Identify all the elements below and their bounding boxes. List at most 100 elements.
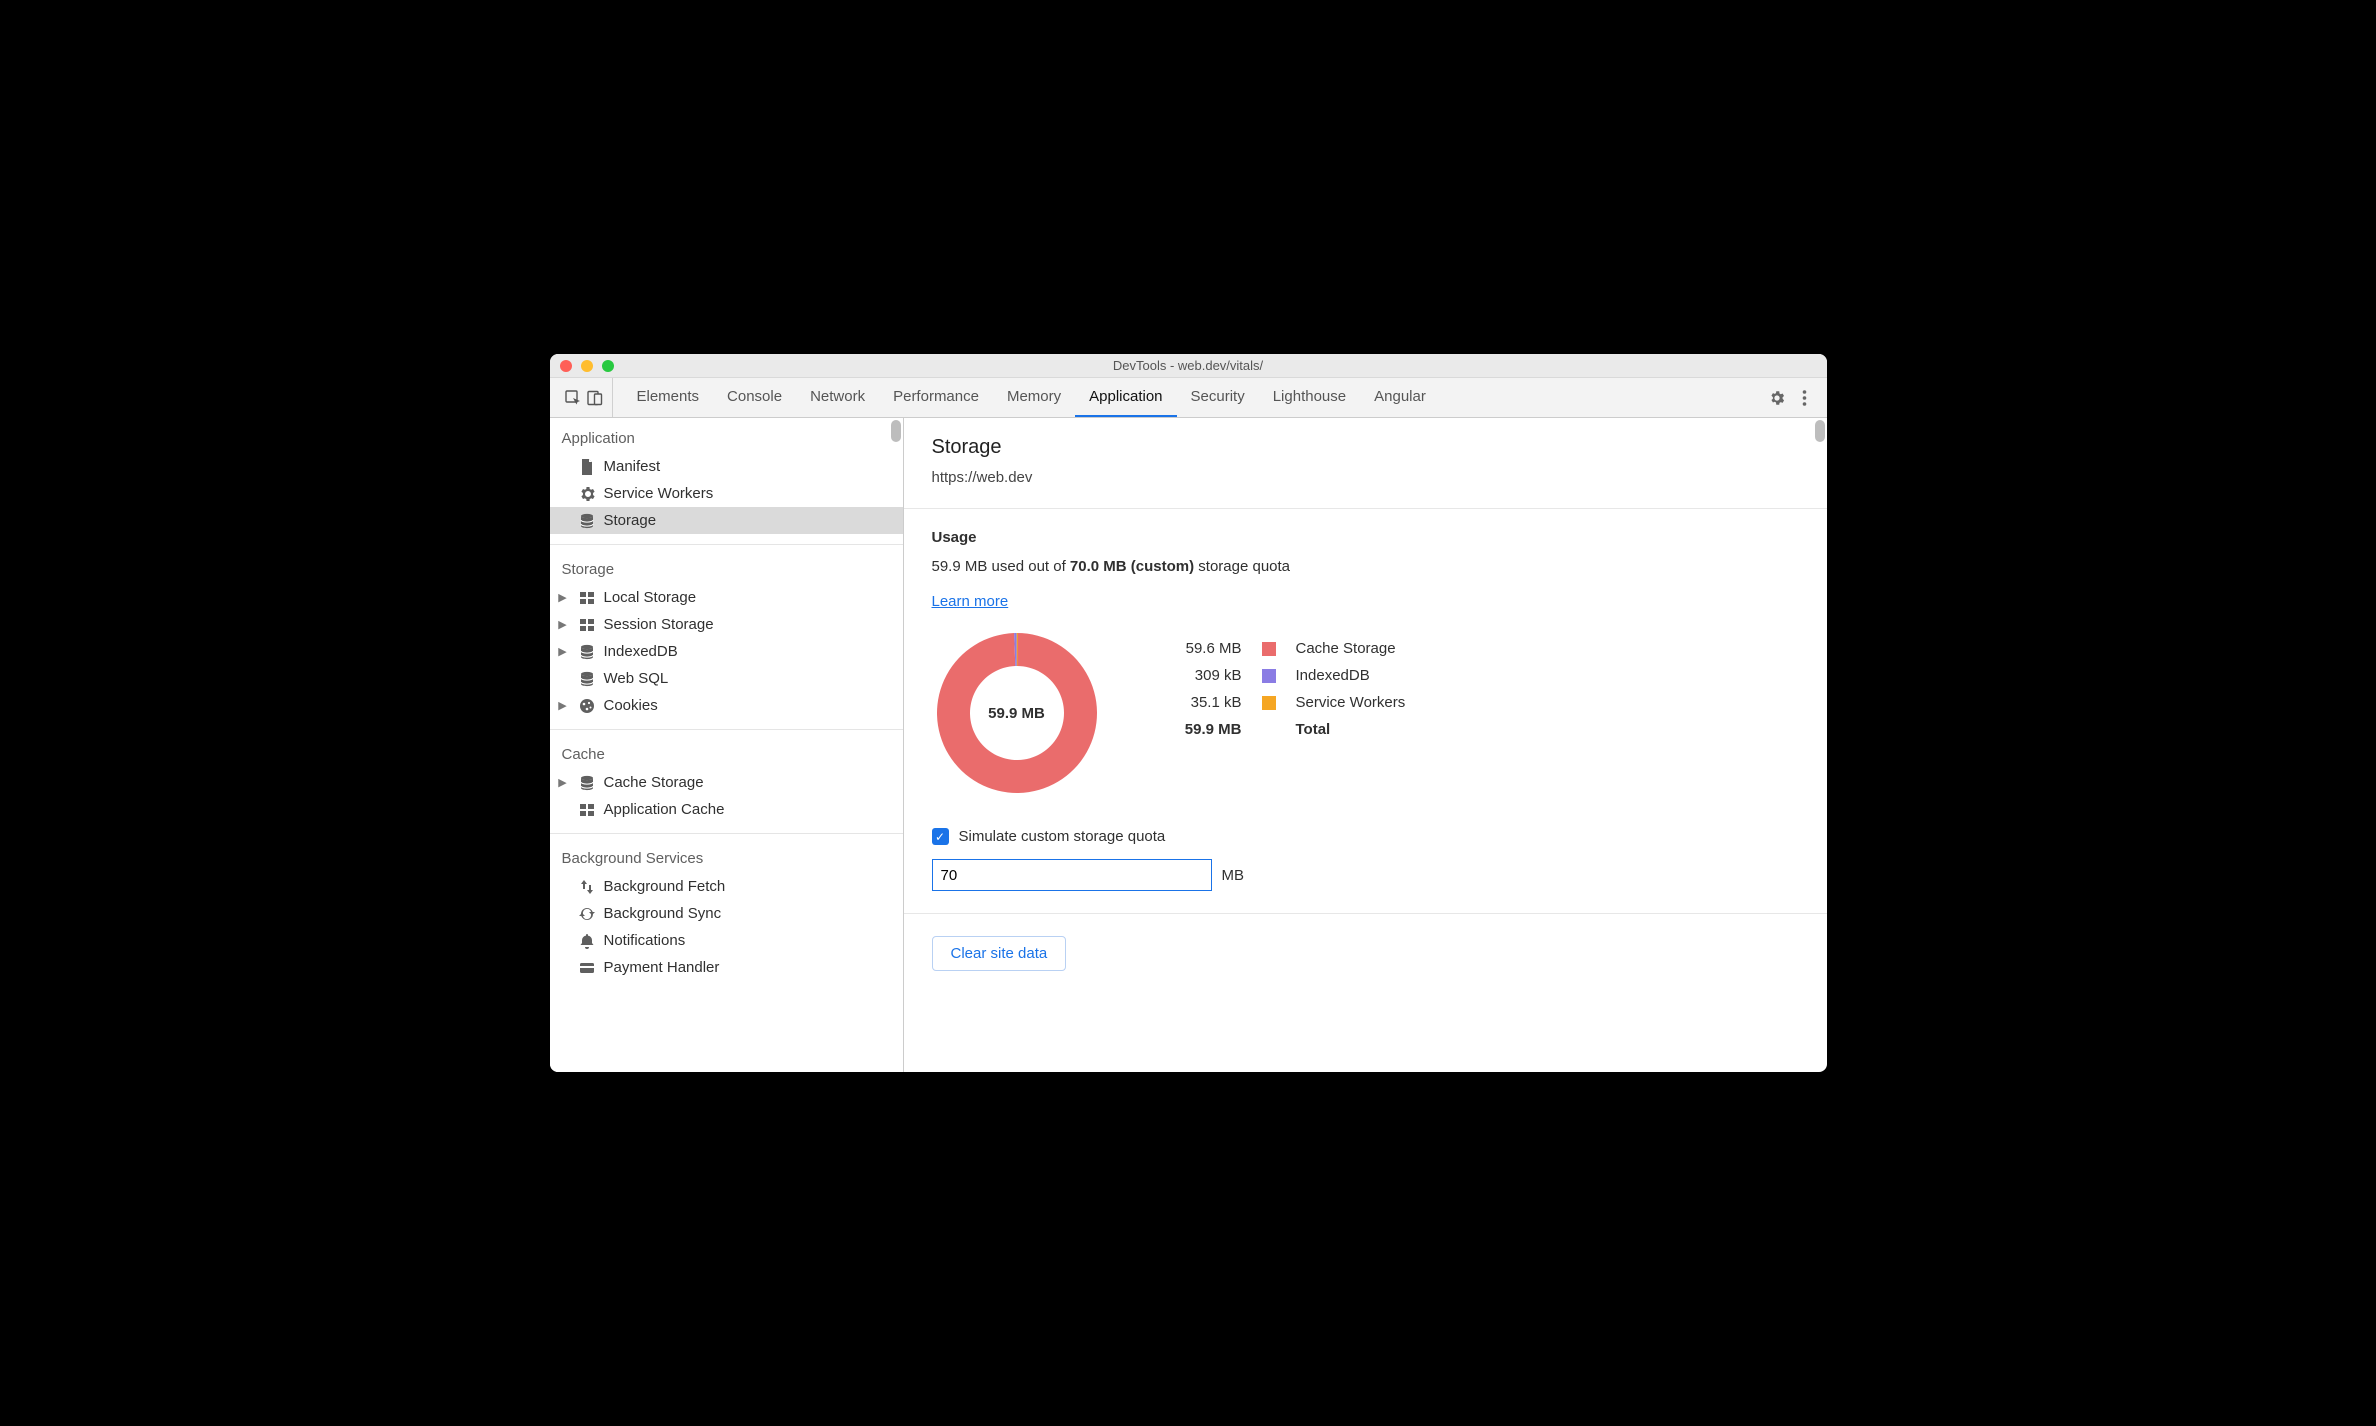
sidebar-item-background-sync[interactable]: Background Sync: [550, 900, 903, 927]
tab-lighthouse[interactable]: Lighthouse: [1259, 378, 1360, 417]
titlebar: DevTools - web.dev/vitals/: [550, 354, 1827, 378]
disclosure-triangle-icon[interactable]: ▶: [558, 776, 568, 789]
usage-quota: 70.0 MB (custom): [1070, 558, 1194, 575]
devtools-window: DevTools - web.dev/vitals/ ElementsConso…: [550, 354, 1827, 1072]
usage-legend: 59.6 MBCache Storage309 kBIndexedDB35.1 …: [1172, 640, 1406, 738]
sidebar-item-indexeddb[interactable]: ▶ IndexedDB: [550, 638, 903, 665]
db-icon: [578, 774, 596, 792]
legend-size: 309 kB: [1172, 667, 1242, 684]
sidebar-item-session-storage[interactable]: ▶ Session Storage: [550, 611, 903, 638]
disclosure-triangle-icon[interactable]: ▶: [558, 699, 568, 712]
sidebar-item-label: Cache Storage: [604, 774, 704, 791]
panel-origin: https://web.dev: [932, 469, 1799, 486]
tab-network[interactable]: Network: [796, 378, 879, 417]
learn-more-link[interactable]: Learn more: [932, 593, 1009, 610]
updown-icon: [578, 878, 596, 896]
clear-site-data-button[interactable]: Clear site data: [932, 936, 1067, 971]
sidebar-item-label: Service Workers: [604, 485, 714, 502]
usage-donut-chart: 59.9 MB: [932, 628, 1102, 798]
minimize-window-button[interactable]: [581, 360, 593, 372]
sidebar-section-title: Background Services: [550, 838, 903, 873]
legend-size: 59.6 MB: [1172, 640, 1242, 657]
application-sidebar: ApplicationManifest Service Workers Storag…: [550, 418, 904, 1072]
tab-angular[interactable]: Angular: [1360, 378, 1440, 417]
sidebar-item-storage[interactable]: Storage: [550, 507, 903, 534]
panel-heading: Storage: [932, 436, 1799, 459]
simulate-quota-label: Simulate custom storage quota: [959, 828, 1166, 845]
sidebar-item-manifest[interactable]: Manifest: [550, 453, 903, 480]
sidebar-item-label: Background Sync: [604, 905, 722, 922]
zoom-window-button[interactable]: [602, 360, 614, 372]
sidebar-item-label: Background Fetch: [604, 878, 726, 895]
grid-icon: [578, 616, 596, 634]
usage-prefix: 59.9 MB used out of: [932, 558, 1070, 575]
quota-unit: MB: [1222, 867, 1245, 884]
card-icon: [578, 959, 596, 977]
tab-console[interactable]: Console: [713, 378, 796, 417]
tab-security[interactable]: Security: [1177, 378, 1259, 417]
legend-label: Service Workers: [1296, 694, 1406, 711]
usage-suffix: storage quota: [1194, 558, 1290, 575]
sidebar-item-cache-storage[interactable]: ▶ Cache Storage: [550, 769, 903, 796]
sidebar-item-notifications[interactable]: Notifications: [550, 927, 903, 954]
storage-panel: Storage https://web.dev Usage 59.9 MB us…: [904, 418, 1827, 1072]
sidebar-item-label: Cookies: [604, 697, 658, 714]
sidebar-item-local-storage[interactable]: ▶ Local Storage: [550, 584, 903, 611]
db-icon: [578, 670, 596, 688]
sidebar-section-title: Cache: [550, 734, 903, 769]
sidebar-item-web-sql[interactable]: Web SQL: [550, 665, 903, 692]
legend-label: Cache Storage: [1296, 640, 1406, 657]
content-scrollbar[interactable]: [1815, 420, 1825, 442]
window-title: DevTools - web.dev/vitals/: [1113, 358, 1263, 373]
gear-icon: [578, 485, 596, 503]
disclosure-triangle-icon[interactable]: ▶: [558, 618, 568, 631]
disclosure-triangle-icon[interactable]: ▶: [558, 645, 568, 658]
tab-application[interactable]: Application: [1075, 378, 1176, 417]
legend-swatch: [1262, 642, 1276, 656]
tab-performance[interactable]: Performance: [879, 378, 993, 417]
donut-center-label: 59.9 MB: [932, 628, 1102, 798]
simulate-quota-checkbox[interactable]: ✓: [932, 828, 949, 845]
tab-memory[interactable]: Memory: [993, 378, 1075, 417]
device-toggle-icon[interactable]: [586, 389, 604, 407]
tab-elements[interactable]: Elements: [623, 378, 714, 417]
db-icon: [578, 512, 596, 530]
db-icon: [578, 643, 596, 661]
legend-label: IndexedDB: [1296, 667, 1406, 684]
more-menu-icon[interactable]: [1802, 389, 1807, 407]
sidebar-item-label: Notifications: [604, 932, 686, 949]
sidebar-divider: [550, 729, 903, 730]
inspect-element-icon[interactable]: [564, 389, 582, 407]
sidebar-item-label: Payment Handler: [604, 959, 720, 976]
legend-total-size: 59.9 MB: [1172, 721, 1242, 738]
sidebar-item-label: IndexedDB: [604, 643, 678, 660]
close-window-button[interactable]: [560, 360, 572, 372]
legend-swatch: [1262, 669, 1276, 683]
grid-icon: [578, 801, 596, 819]
usage-heading: Usage: [932, 529, 1799, 546]
sidebar-item-cookies[interactable]: ▶ Cookies: [550, 692, 903, 719]
sidebar-divider: [550, 833, 903, 834]
sidebar-divider: [550, 544, 903, 545]
sidebar-item-label: Web SQL: [604, 670, 669, 687]
sidebar-item-payment-handler[interactable]: Payment Handler: [550, 954, 903, 981]
quota-input[interactable]: [932, 859, 1212, 891]
sidebar-section-title: Application: [550, 418, 903, 453]
sidebar-item-label: Local Storage: [604, 589, 697, 606]
simulate-quota-row[interactable]: ✓ Simulate custom storage quota: [932, 828, 1799, 845]
sidebar-item-service-workers[interactable]: Service Workers: [550, 480, 903, 507]
legend-total-label: Total: [1296, 721, 1406, 738]
bell-icon: [578, 932, 596, 950]
disclosure-triangle-icon[interactable]: ▶: [558, 591, 568, 604]
sidebar-item-background-fetch[interactable]: Background Fetch: [550, 873, 903, 900]
devtools-tabbar: ElementsConsoleNetworkPerformanceMemoryA…: [550, 378, 1827, 418]
legend-swatch: [1262, 696, 1276, 710]
sidebar-item-label: Session Storage: [604, 616, 714, 633]
grid-icon: [578, 589, 596, 607]
sync-icon: [578, 905, 596, 923]
sidebar-item-application-cache[interactable]: Application Cache: [550, 796, 903, 823]
sidebar-item-label: Storage: [604, 512, 657, 529]
sidebar-section-title: Storage: [550, 549, 903, 584]
settings-gear-icon[interactable]: [1768, 389, 1786, 407]
sidebar-scrollbar[interactable]: [891, 420, 901, 442]
